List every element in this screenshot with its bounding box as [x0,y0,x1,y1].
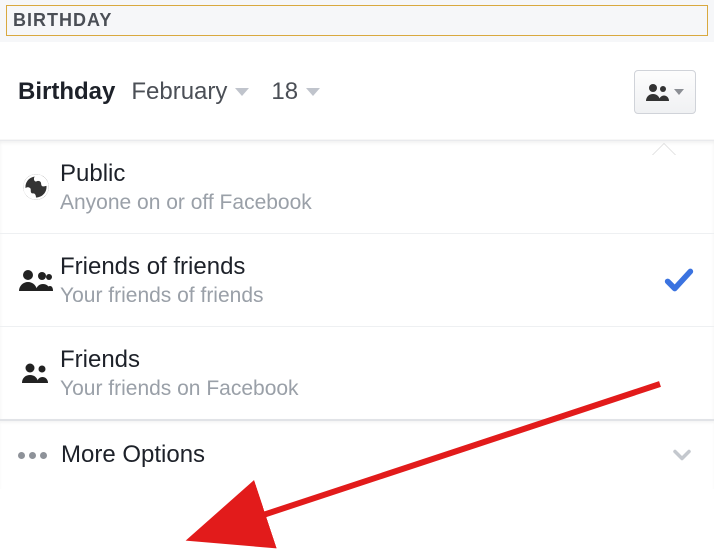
friends-of-friends-icon [646,83,670,101]
option-subtitle: Your friends on Facebook [60,377,299,401]
audience-option-friends-of-friends[interactable]: Friends of friends Your friends of frien… [0,234,714,327]
ellipsis-icon [18,452,47,459]
option-title: Public [60,159,312,189]
chevron-down-icon [674,89,684,95]
globe-icon [18,173,54,201]
friends-icon [18,363,54,383]
option-subtitle: Anyone on or off Facebook [60,191,312,215]
option-title: Friends [60,345,299,375]
birthday-day-dropdown[interactable]: 18 [271,78,320,106]
chevron-down-icon [306,88,320,96]
audience-menu: Public Anyone on or off Facebook Friends… [0,140,714,419]
birthday-row: Birthday February 18 [0,42,714,140]
checkmark-icon [662,263,696,297]
more-options-label: More Options [61,441,205,469]
chevron-down-icon [235,88,249,96]
friends-of-friends-icon [18,269,54,291]
chevron-down-icon [668,441,696,469]
option-subtitle: Your friends of friends [60,284,264,308]
section-header-field[interactable]: BIRTHDAY [6,5,708,36]
birthday-month-value: February [131,78,227,106]
birthday-field-label: Birthday [18,78,115,106]
birthday-day-value: 18 [271,78,298,106]
audience-selector-button[interactable] [634,70,696,114]
audience-option-friends[interactable]: Friends Your friends on Facebook [0,327,714,419]
birthday-month-dropdown[interactable]: February [131,78,249,106]
section-header-label: BIRTHDAY [13,10,112,30]
option-title: Friends of friends [60,252,264,282]
more-options-row[interactable]: More Options [0,419,714,489]
section-header: BIRTHDAY [0,0,714,42]
audience-option-public[interactable]: Public Anyone on or off Facebook [0,141,714,234]
dropdown-pointer [652,144,676,156]
